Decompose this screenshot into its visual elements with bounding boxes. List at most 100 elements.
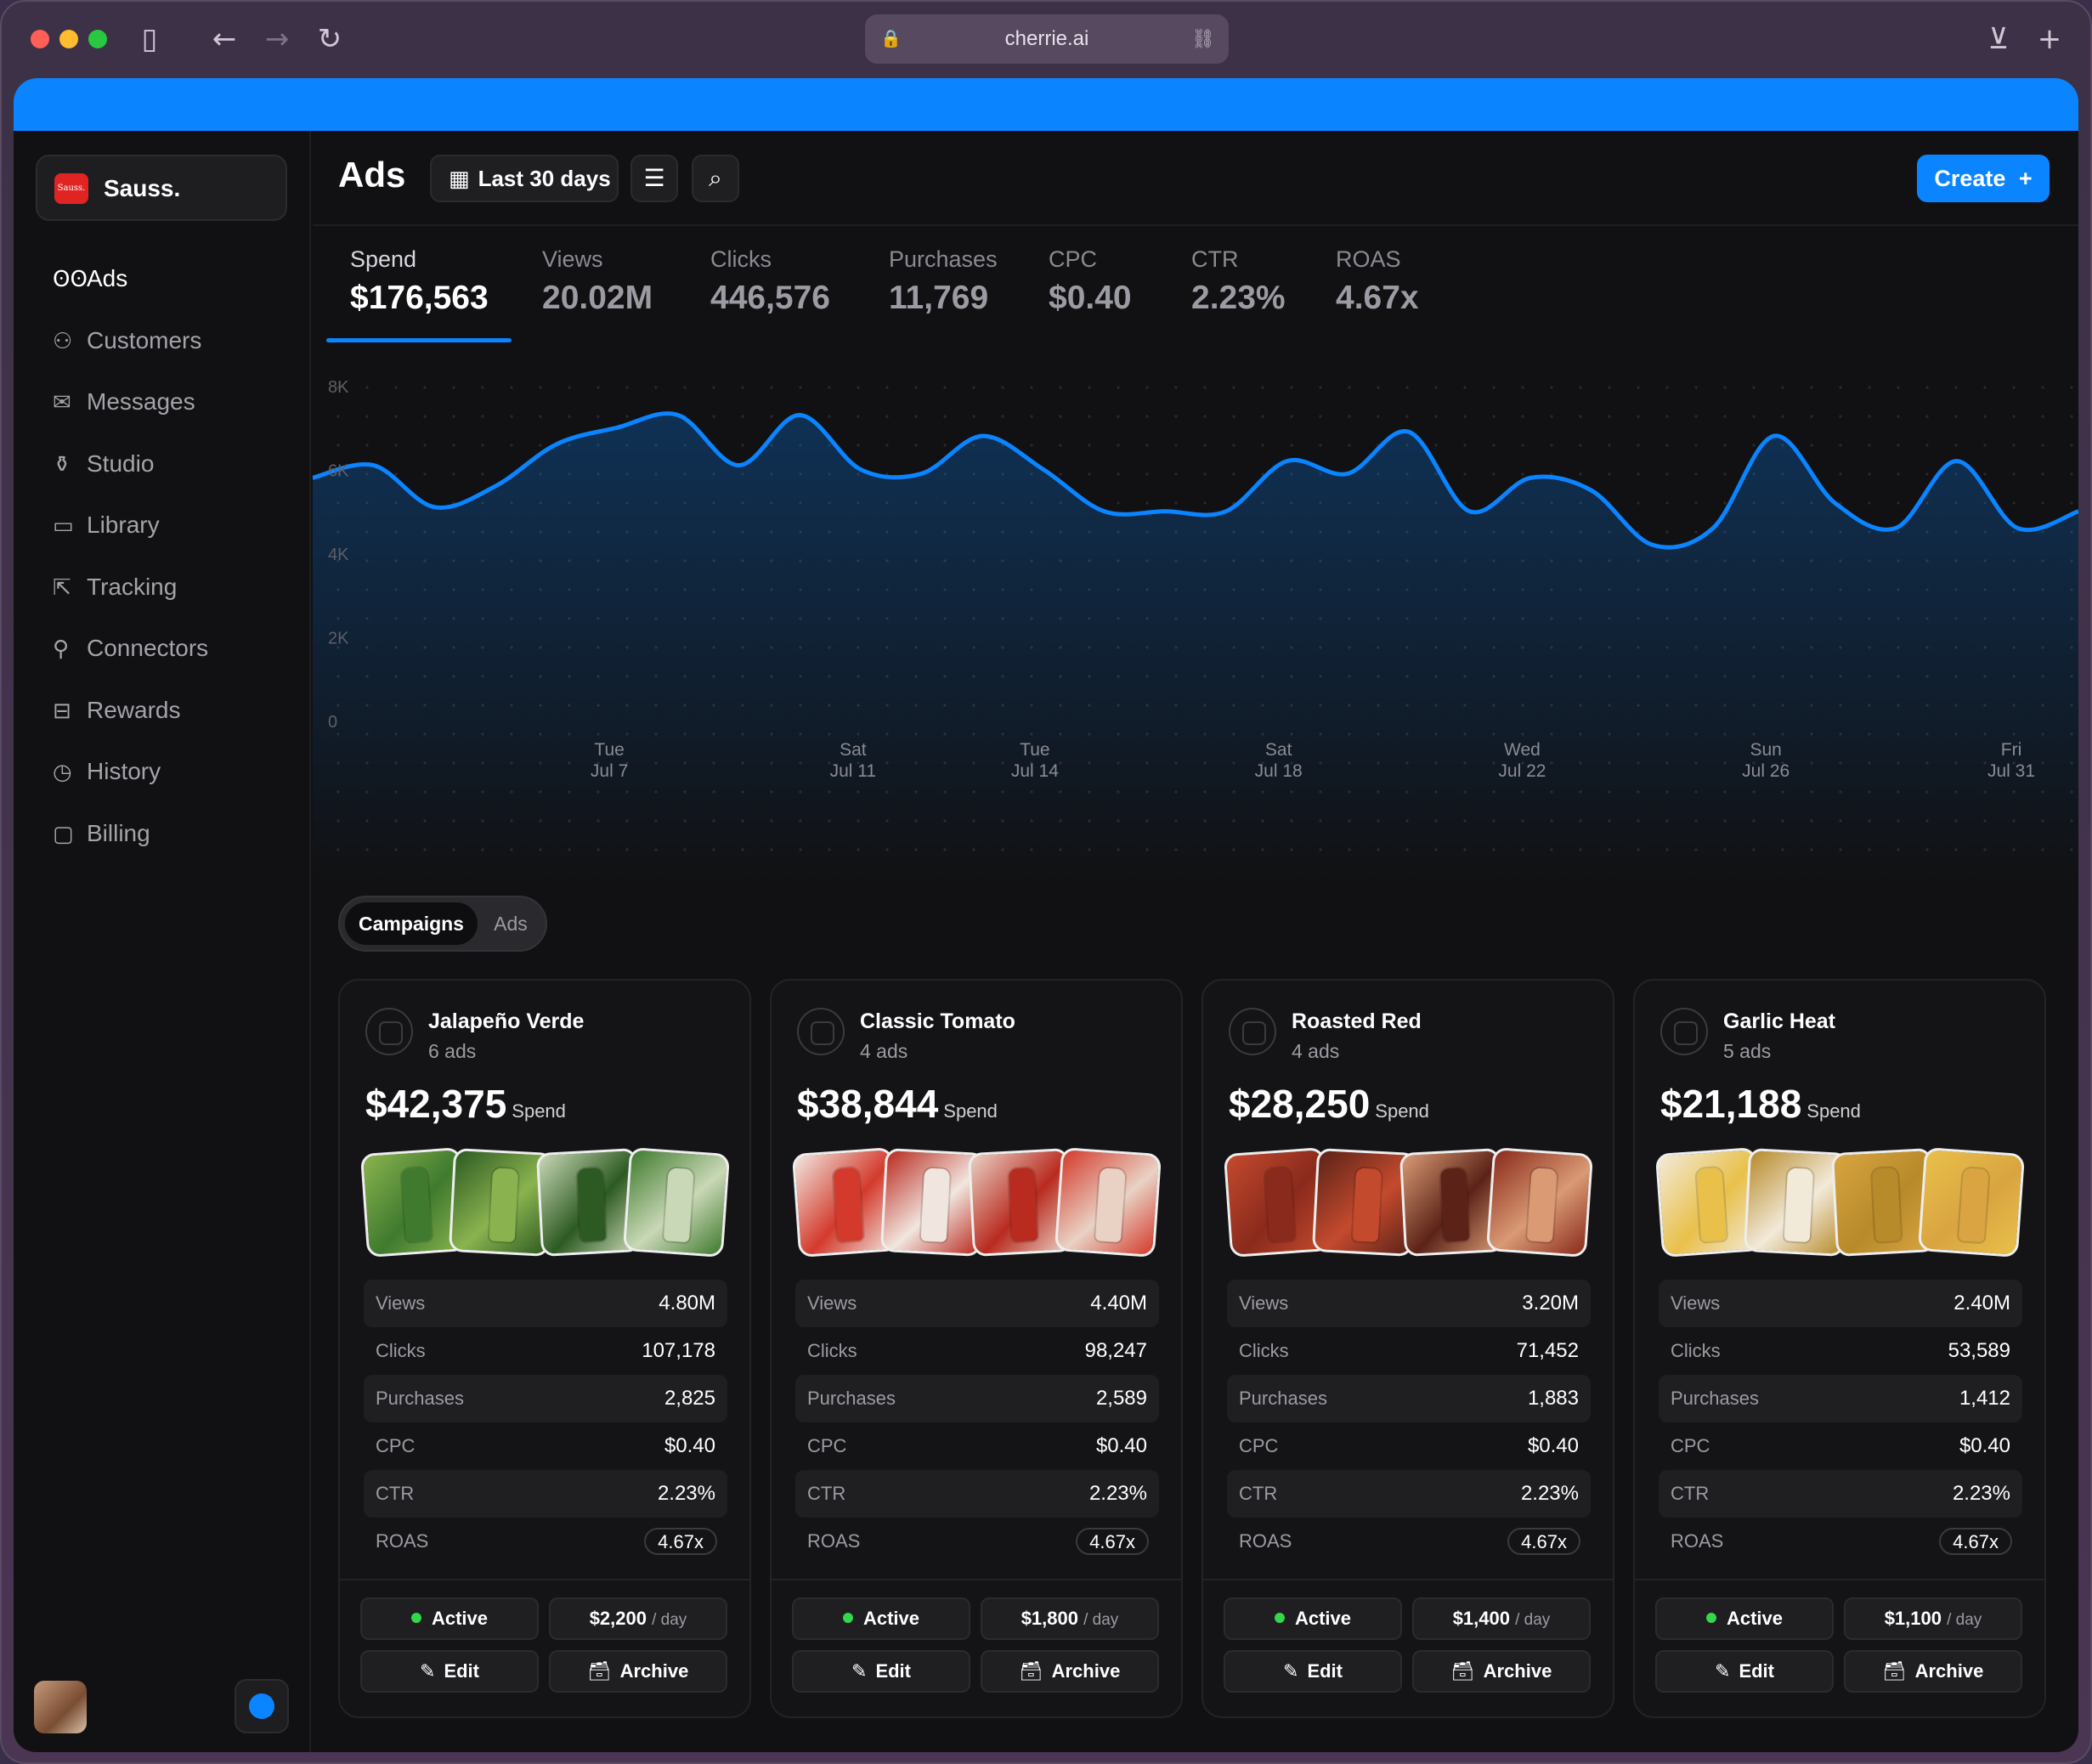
stat-value: 2,589 bbox=[1095, 1387, 1147, 1410]
campaign-card[interactable]: Jalapeño Verde 6 ads $42,375 Spend Views 4.80… bbox=[338, 979, 751, 1718]
status-label: Active bbox=[1294, 1608, 1352, 1629]
ad-thumbnail[interactable] bbox=[1054, 1147, 1162, 1258]
tab-ads[interactable]: Ads bbox=[481, 902, 540, 945]
forward-arrow-icon[interactable]: → bbox=[260, 22, 294, 56]
workspace-switcher[interactable]: Sauss. Sauss. bbox=[36, 155, 287, 221]
grid-dot bbox=[1983, 444, 1987, 447]
select-checkbox[interactable] bbox=[1229, 1008, 1276, 1055]
y-tick-label: 8K bbox=[328, 378, 349, 397]
back-arrow-icon[interactable]: ← bbox=[207, 22, 241, 56]
archive-button[interactable]: 🗃 Archive bbox=[1844, 1650, 2022, 1693]
sidebar-item-customers[interactable]: ⚇ Customers bbox=[53, 317, 291, 365]
status-toggle-button[interactable]: Active bbox=[1224, 1597, 1402, 1640]
date-range-button[interactable]: ▦ Last 30 days bbox=[430, 155, 619, 202]
status-toggle-button[interactable]: Active bbox=[360, 1597, 539, 1640]
sidebar-item-connectors[interactable]: ⚲ Connectors bbox=[53, 625, 291, 672]
sidebar-item-billing[interactable]: ▢ Billing bbox=[53, 810, 291, 857]
grid-dot bbox=[336, 415, 340, 418]
grid-dot bbox=[1117, 472, 1120, 476]
x-tick-day: Sat bbox=[840, 740, 867, 760]
download-icon[interactable]: ⊻ bbox=[1982, 22, 2016, 56]
status-toggle-button[interactable]: Active bbox=[792, 1597, 970, 1640]
campaign-card[interactable]: Classic Tomato 4 ads $38,844 Spend Views 4.40… bbox=[770, 979, 1183, 1718]
campaign-stats: Views 4.80M Clicks 107,178 Purchases 2,825 CPC… bbox=[364, 1280, 727, 1565]
campaign-card[interactable]: Roasted Red 4 ads $28,250 Spend Views 3.20M Cl… bbox=[1201, 979, 1614, 1718]
status-label: Active bbox=[1726, 1608, 1784, 1629]
avatar[interactable] bbox=[34, 1681, 87, 1733]
grid-dot bbox=[1463, 444, 1467, 447]
address-bar[interactable]: 🔒 cherrie.ai ⛓ bbox=[865, 14, 1229, 64]
grid-dot bbox=[1117, 444, 1120, 447]
grid-dot bbox=[741, 386, 744, 389]
sidebar-item-library[interactable]: ▭ Library bbox=[53, 501, 291, 549]
grid-dot bbox=[857, 444, 860, 447]
spend-label: Spend bbox=[943, 1100, 998, 1122]
grid-dot bbox=[1637, 415, 1640, 418]
stat-row-views: Views 3.20M bbox=[1227, 1280, 1591, 1327]
grid-dot bbox=[2012, 444, 2016, 447]
budget-button[interactable]: $2,200 / day bbox=[549, 1597, 727, 1640]
edit-button[interactable]: ✎ Edit bbox=[792, 1650, 970, 1693]
sidebar-item-ads[interactable]: ʘʘAds bbox=[53, 255, 291, 302]
grid-dot bbox=[1434, 444, 1438, 447]
status-button[interactable] bbox=[235, 1679, 289, 1733]
ad-thumbnail[interactable] bbox=[1917, 1147, 2026, 1258]
sidebar-item-studio[interactable]: ⚱ Studio bbox=[53, 440, 291, 488]
stat-value: 107,178 bbox=[642, 1339, 715, 1362]
close-window-button[interactable] bbox=[31, 30, 49, 48]
metric-tab-roas[interactable]: ROAS 4.67x bbox=[1336, 246, 1419, 317]
campaign-card[interactable]: Garlic Heat 5 ads $21,188 Spend Views 2.40M Cl… bbox=[1633, 979, 2046, 1718]
stat-row-views: Views 4.80M bbox=[364, 1280, 727, 1327]
pencil-icon: ✎ bbox=[1283, 1661, 1299, 1682]
zoom-window-button[interactable] bbox=[88, 30, 107, 48]
link-icon[interactable]: ⛓ bbox=[1191, 14, 1215, 64]
sidebar-toggle-icon[interactable]: ▯ bbox=[133, 22, 167, 56]
ad-thumbnail[interactable] bbox=[1485, 1147, 1594, 1258]
sidebar-item-history[interactable]: ◷ History bbox=[53, 748, 291, 795]
sidebar-item-rewards[interactable]: ⊟ Rewards bbox=[53, 687, 291, 734]
search-button[interactable]: ⌕ bbox=[692, 155, 739, 202]
grid-dot bbox=[857, 415, 860, 418]
grid-dot bbox=[1232, 386, 1235, 389]
ad-thumbnail[interactable] bbox=[622, 1147, 731, 1258]
metric-tab-ctr[interactable]: CTR 2.23% bbox=[1191, 246, 1286, 317]
metric-tab-clicks[interactable]: Clicks 446,576 bbox=[710, 246, 830, 317]
edit-button[interactable]: ✎ Edit bbox=[360, 1650, 539, 1693]
archive-button[interactable]: 🗃 Archive bbox=[549, 1650, 727, 1693]
metric-tab-purchases[interactable]: Purchases 11,769 bbox=[889, 246, 998, 317]
grid-dot bbox=[1348, 415, 1351, 418]
grid-dot bbox=[452, 386, 455, 389]
wallet-icon: ▢ bbox=[53, 821, 74, 847]
sidebar-item-tracking[interactable]: ⇱ Tracking bbox=[53, 563, 291, 611]
grid-dot bbox=[1319, 444, 1322, 447]
reload-icon[interactable]: ↻ bbox=[313, 22, 347, 56]
stat-label: Clicks bbox=[1671, 1340, 1721, 1361]
archive-label: Archive bbox=[619, 1660, 689, 1682]
status-toggle-button[interactable]: Active bbox=[1655, 1597, 1834, 1640]
tab-campaigns[interactable]: Campaigns bbox=[345, 902, 478, 945]
metric-tab-cpc[interactable]: CPC $0.40 bbox=[1049, 246, 1132, 317]
edit-button[interactable]: ✎ Edit bbox=[1224, 1650, 1402, 1693]
filter-button[interactable]: ☰ bbox=[630, 155, 678, 202]
select-checkbox[interactable] bbox=[1660, 1008, 1708, 1055]
grid-dot bbox=[1608, 444, 1611, 447]
edit-button[interactable]: ✎ Edit bbox=[1655, 1650, 1834, 1693]
metric-tab-spend[interactable]: Spend $176,563 bbox=[350, 246, 489, 317]
sidebar-item-label: Customers bbox=[87, 326, 202, 353]
grid-dot bbox=[481, 444, 484, 447]
budget-button[interactable]: $1,100 / day bbox=[1844, 1597, 2022, 1640]
new-tab-icon[interactable]: + bbox=[2033, 22, 2067, 56]
select-checkbox[interactable] bbox=[365, 1008, 413, 1055]
sidebar-item-messages[interactable]: ✉ Messages bbox=[53, 378, 291, 426]
pencil-icon: ✎ bbox=[420, 1661, 436, 1682]
budget-button[interactable]: $1,800 / day bbox=[981, 1597, 1159, 1640]
minimize-window-button[interactable] bbox=[59, 30, 78, 48]
grid-dot bbox=[365, 415, 369, 418]
select-checkbox[interactable] bbox=[797, 1008, 845, 1055]
create-button[interactable]: Create + bbox=[1917, 155, 2050, 202]
metric-tab-views[interactable]: Views 20.02M bbox=[542, 246, 653, 317]
metric-label: ROAS bbox=[1336, 246, 1401, 272]
archive-button[interactable]: 🗃 Archive bbox=[1412, 1650, 1591, 1693]
archive-button[interactable]: 🗃 Archive bbox=[981, 1650, 1159, 1693]
budget-button[interactable]: $1,400 / day bbox=[1412, 1597, 1591, 1640]
